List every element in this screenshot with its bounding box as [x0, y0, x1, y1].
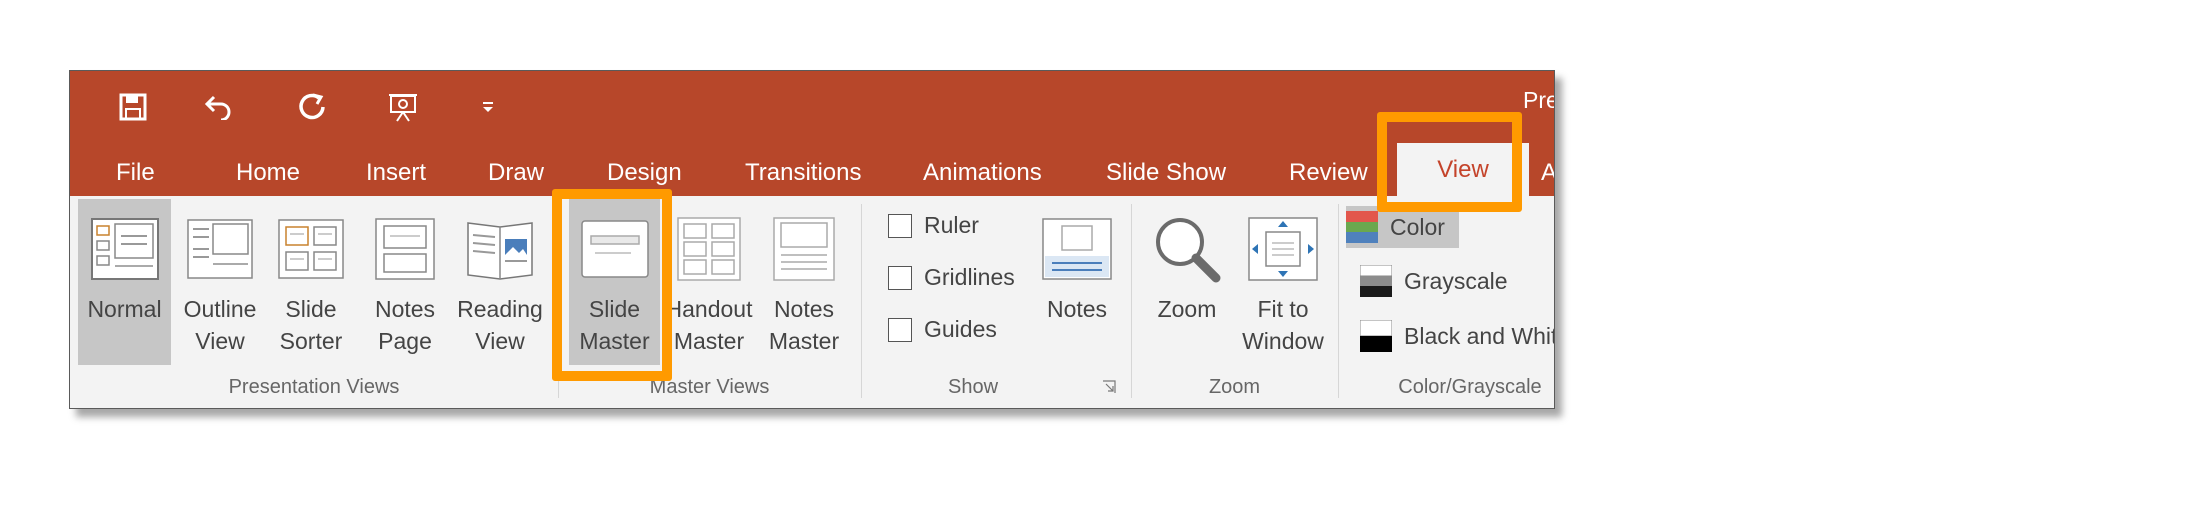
- color-label: Color: [1390, 213, 1445, 240]
- group-divider: [861, 204, 862, 398]
- reading-view-icon: [465, 205, 535, 293]
- black-and-white-option[interactable]: Black and Whit: [1360, 315, 1555, 357]
- slide-master-highlight: [552, 189, 672, 381]
- customize-qat-icon[interactable]: [458, 85, 518, 129]
- tab-animations[interactable]: Animations: [923, 151, 1042, 195]
- ribbon: Normal Outline View Slide Sorter Notes Page…: [70, 196, 1554, 408]
- magnifier-icon: [1152, 205, 1222, 293]
- notes-icon: [1042, 205, 1112, 293]
- guides-checkbox[interactable]: Guides: [888, 316, 997, 343]
- tab-review[interactable]: Review: [1289, 151, 1368, 195]
- normal-view-label: Normal: [87, 296, 162, 322]
- save-icon[interactable]: [103, 85, 163, 129]
- fit-to-window-label: Fit to Window: [1242, 296, 1324, 354]
- grayscale-label: Grayscale: [1404, 267, 1508, 294]
- slide-sorter-label: Slide Sorter: [279, 296, 343, 354]
- tab-insert[interactable]: Insert: [366, 151, 426, 195]
- slide-sorter-icon: [278, 205, 344, 293]
- notes-master-icon: [773, 205, 835, 293]
- ruler-label: Ruler: [924, 212, 979, 238]
- group-divider: [1131, 204, 1132, 398]
- tab-file[interactable]: File: [116, 151, 155, 195]
- fit-to-window-icon: [1248, 205, 1318, 293]
- guides-checkbox-box[interactable]: [888, 317, 912, 342]
- handout-master-icon: [677, 205, 741, 293]
- tab-transitions[interactable]: Transitions: [745, 151, 861, 195]
- grayscale-option[interactable]: Grayscale: [1360, 260, 1508, 302]
- view-tab-highlight: [1377, 112, 1522, 212]
- reading-view-button[interactable]: Reading View: [456, 199, 544, 365]
- notes-label: Notes: [1046, 296, 1108, 322]
- color-option[interactable]: Color: [1346, 206, 1459, 248]
- slide-sorter-button[interactable]: Slide Sorter: [269, 199, 353, 365]
- ruler-checkbox[interactable]: Ruler: [888, 212, 979, 239]
- color-swatch-icon: [1346, 211, 1378, 243]
- notes-page-button[interactable]: Notes Page: [363, 199, 447, 365]
- grayscale-swatch-icon: [1360, 265, 1392, 297]
- document-title: Pre: [1523, 87, 1554, 113]
- normal-view-icon: [90, 205, 159, 293]
- outline-view-label: Outline View: [183, 296, 257, 354]
- tab-home[interactable]: Home: [236, 151, 300, 195]
- guides-label: Guides: [924, 316, 997, 342]
- notes-master-button[interactable]: Notes Master: [758, 199, 850, 365]
- notes-page-label: Notes Page: [374, 296, 436, 354]
- notes-page-icon: [375, 205, 435, 293]
- undo-icon[interactable]: [189, 85, 249, 129]
- dialog-launcher-icon[interactable]: [1102, 380, 1116, 399]
- outline-view-button[interactable]: Outline View: [178, 199, 262, 365]
- presentation-views-group-label: Presentation Views: [228, 376, 400, 398]
- redo-icon[interactable]: [282, 85, 342, 129]
- tab-draw[interactable]: Draw: [488, 151, 544, 195]
- outline-view-icon: [187, 205, 253, 293]
- tab-slide-show[interactable]: Slide Show: [1106, 151, 1226, 195]
- notes-button[interactable]: Notes: [1033, 199, 1121, 365]
- gridlines-checkbox-box[interactable]: [888, 265, 912, 290]
- normal-view-button[interactable]: Normal: [78, 199, 171, 365]
- notes-master-label: Notes Master: [768, 296, 840, 354]
- gridlines-checkbox[interactable]: Gridlines: [888, 264, 1015, 291]
- tab-add-ins[interactable]: A: [1541, 151, 1554, 195]
- title-bar: Pre File Home Insert Draw Design Transit…: [70, 71, 1554, 196]
- handout-master-button[interactable]: Handout Master: [663, 199, 755, 365]
- powerpoint-window: Pre File Home Insert Draw Design Transit…: [69, 70, 1555, 409]
- gridlines-label: Gridlines: [924, 264, 1015, 290]
- zoom-label: Zoom: [1157, 296, 1217, 322]
- zoom-group-label: Zoom: [1208, 376, 1261, 398]
- black-and-white-swatch-icon: [1360, 320, 1392, 352]
- ruler-checkbox-box[interactable]: [888, 213, 912, 238]
- reading-view-label: Reading View: [457, 296, 543, 354]
- group-divider: [1338, 204, 1339, 398]
- zoom-button[interactable]: Zoom: [1147, 199, 1227, 365]
- color-grayscale-group-label: Color/Grayscale: [1398, 376, 1542, 398]
- handout-master-label: Handout Master: [665, 296, 753, 354]
- black-and-white-label: Black and Whit: [1404, 322, 1555, 349]
- show-group-label: Show: [947, 376, 999, 398]
- fit-to-window-button[interactable]: Fit to Window: [1233, 199, 1333, 365]
- present-from-start-icon[interactable]: [373, 85, 433, 129]
